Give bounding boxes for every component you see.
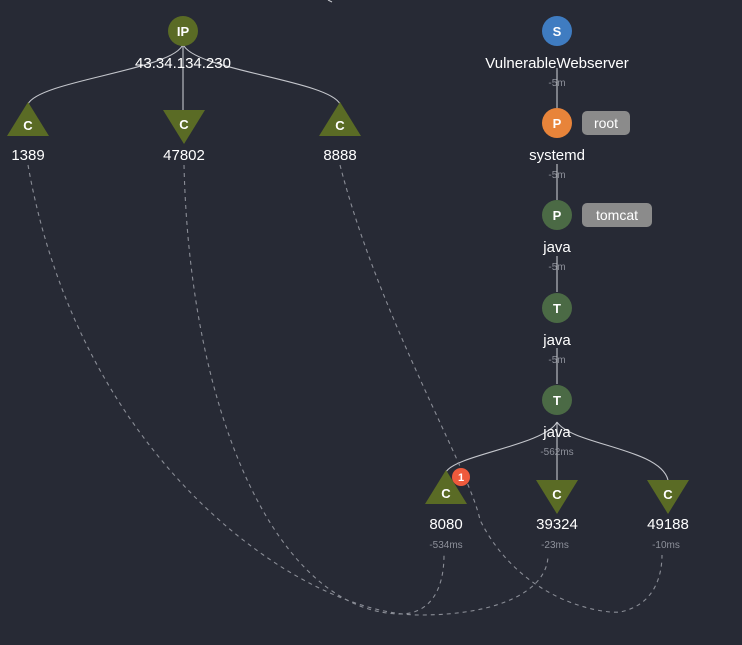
node-connection-8888[interactable]: C 8888 [319, 102, 361, 164]
process-graph: IP 43.34.134.230 C 1389 C 47802 C 8888 S… [7, 0, 689, 616]
user-tag-text: root [594, 115, 618, 131]
node-connection-1389[interactable]: C 1389 [7, 102, 49, 164]
connection-glyph: C [663, 487, 673, 502]
ip-address-label: 43.34.134.230 [135, 55, 231, 72]
process-time-label: -5m [548, 262, 565, 273]
node-thread-java-2[interactable]: T java -562ms [540, 385, 574, 458]
port-label: 8888 [323, 147, 356, 164]
process-name-label: systemd [529, 147, 585, 164]
thread-name-label: java [542, 424, 571, 441]
user-tag-text: tomcat [596, 207, 638, 223]
node-connection-49188[interactable]: C 49188 -10ms [647, 480, 689, 551]
node-connection-8080[interactable]: C 1 8080 -534ms [425, 468, 470, 551]
thread-time-label: -5m [548, 355, 565, 366]
thread-glyph: T [553, 393, 561, 408]
tree-edges [27, 0, 669, 481]
port-label: 1389 [11, 147, 44, 164]
node-process-systemd[interactable]: P root systemd -5m [529, 108, 630, 181]
connection-time-label: -23ms [541, 540, 569, 551]
port-label: 8080 [429, 516, 462, 533]
node-connection-39324[interactable]: C 39324 -23ms [536, 480, 578, 551]
connection-glyph: C [441, 486, 451, 501]
connection-time-label: -534ms [429, 540, 462, 551]
node-ip[interactable]: IP 43.34.134.230 [135, 16, 231, 72]
link-8888-49188 [339, 164, 663, 613]
connection-time-label: -10ms [652, 540, 680, 551]
thread-time-label: -562ms [540, 447, 573, 458]
server-glyph: S [553, 24, 562, 39]
connection-glyph: C [23, 118, 33, 133]
port-label: 39324 [536, 516, 578, 533]
edge-ip-1389 [27, 43, 184, 105]
process-glyph: P [553, 116, 562, 131]
node-connection-47802[interactable]: C 47802 [163, 110, 205, 164]
thread-glyph: T [553, 301, 561, 316]
server-name-label: VulnerableWebserver [485, 55, 628, 72]
server-time-label: -5m [548, 78, 565, 89]
edge-ip-8888 [182, 43, 341, 105]
connection-glyph: C [335, 118, 345, 133]
connection-glyph: C [552, 487, 562, 502]
node-process-java[interactable]: P tomcat java -5m [542, 200, 652, 273]
port-label: 47802 [163, 147, 205, 164]
process-glyph: P [553, 208, 562, 223]
alert-badge-count: 1 [458, 472, 464, 484]
process-time-label: -5m [548, 170, 565, 181]
connection-glyph: C [179, 117, 189, 132]
process-name-label: java [542, 239, 571, 256]
thread-name-label: java [542, 332, 571, 349]
ip-glyph: IP [177, 24, 190, 39]
node-server[interactable]: S VulnerableWebserver -5m [485, 16, 629, 89]
node-thread-java-1[interactable]: T java -5m [542, 293, 572, 366]
port-label: 49188 [647, 516, 689, 533]
link-47802-8080 [183, 164, 445, 615]
edge-top-stub [327, 0, 333, 3]
